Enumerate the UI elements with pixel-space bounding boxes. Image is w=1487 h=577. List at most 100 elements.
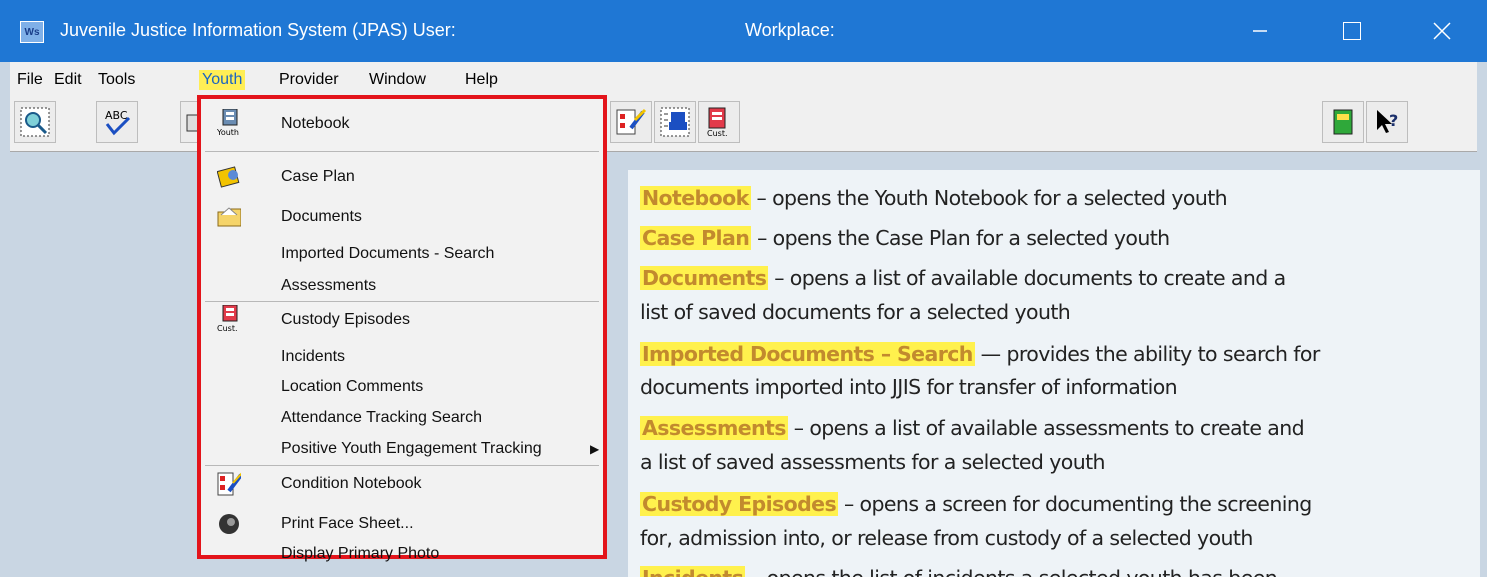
help-pointer-icon: ?: [1377, 110, 1398, 133]
menu-item-label: Attendance Tracking Search: [281, 409, 483, 426]
menu-bar: File Edit Tools Youth Provider Window He…: [10, 62, 1477, 98]
menu-item-notebook[interactable]: Youth Notebook: [201, 109, 603, 139]
description-panel: Notebook – opens the Youth Notebook for …: [628, 170, 1480, 577]
context-help-button[interactable]: ?: [1366, 101, 1408, 143]
custody-notebook-icon: Cust.: [217, 305, 241, 333]
checklist-icon: [660, 107, 690, 137]
menu-item-label: Imported Documents - Search: [281, 245, 495, 262]
menu-item-condition-notebook[interactable]: Condition Notebook: [201, 469, 603, 499]
menu-item-imported-documents-search[interactable]: Imported Documents - Search: [201, 239, 603, 269]
custody-icon-text: Cust.: [217, 324, 238, 333]
menu-separator: [205, 151, 599, 152]
title-bar: Ws Juvenile Justice Information System (…: [0, 0, 1487, 62]
menu-item-case-plan[interactable]: Case Plan: [201, 162, 603, 192]
folder-icon: [217, 205, 241, 229]
desc-custody-episodes: Custody Episodes – opens a screen for do…: [640, 492, 1312, 516]
desc-documents-cont: list of saved documents for a selected y…: [640, 300, 1071, 324]
face-photo-icon: [217, 512, 241, 536]
menu-item-label: Notebook: [281, 115, 350, 132]
menu-tools[interactable]: Tools: [95, 70, 138, 90]
desc-assessments: Assessments – opens a list of available …: [640, 416, 1305, 440]
custody-icon-text: Cust.: [707, 129, 728, 138]
desc-imported-documents-cont: documents imported into JJIS for transfe…: [640, 375, 1178, 399]
desc-term: Documents: [640, 266, 769, 290]
desc-term: Custody Episodes: [640, 492, 839, 516]
desc-text: – opens the list of incidents a selected…: [745, 566, 1278, 577]
desc-assessments-cont: a list of saved assessments for a select…: [640, 450, 1106, 474]
desc-notebook: Notebook – opens the Youth Notebook for …: [640, 186, 1228, 210]
menu-provider[interactable]: Provider: [276, 70, 342, 90]
desc-text: for, admission into, or release from cus…: [640, 526, 1253, 550]
menu-item-label: Print Face Sheet...: [281, 515, 414, 532]
desc-text: documents imported into JJIS for transfe…: [640, 375, 1178, 399]
menu-item-print-face-sheet[interactable]: Print Face Sheet...: [201, 509, 603, 539]
menu-item-positive-youth-engagement-tracking[interactable]: Positive Youth Engagement Tracking ▶: [201, 434, 603, 464]
desc-text: – opens the Youth Notebook for a selecte…: [750, 186, 1228, 210]
close-icon: [1433, 22, 1451, 40]
desc-text: – opens a screen for documenting the scr…: [838, 492, 1312, 516]
desc-text: list of saved documents for a selected y…: [640, 300, 1071, 324]
menu-item-label: Condition Notebook: [281, 475, 422, 492]
menu-youth[interactable]: Youth: [199, 70, 246, 90]
menu-item-label: Incidents: [281, 348, 346, 365]
desc-term: Notebook: [640, 186, 751, 210]
custody-notebook-icon: Cust.: [707, 107, 728, 138]
maximize-button[interactable]: [1332, 12, 1372, 50]
spell-check-text: ABC: [105, 109, 128, 122]
custody-toolbar-button[interactable]: Cust.: [698, 101, 740, 143]
menu-item-custody-episodes[interactable]: Cust. Custody Episodes: [201, 305, 603, 335]
menu-help[interactable]: Help: [462, 70, 501, 90]
desc-case-plan: Case Plan – opens the Case Plan for a se…: [640, 226, 1170, 250]
notebook-green-button[interactable]: [1322, 101, 1364, 143]
search-button[interactable]: [14, 101, 56, 143]
desc-term: Incidents: [640, 566, 746, 577]
workplace-label: Workplace:: [745, 20, 835, 40]
youth-icon-text: Youth: [217, 128, 239, 137]
desc-term: Imported Documents – Search: [640, 342, 975, 366]
minimize-icon: [1253, 30, 1267, 32]
desc-text: – opens a list of available assessments …: [787, 416, 1305, 440]
menu-file[interactable]: File: [14, 70, 46, 90]
desc-text: – opens the Case Plan for a selected you…: [751, 226, 1170, 250]
close-button[interactable]: [1422, 12, 1462, 50]
search-icon: [20, 107, 50, 137]
submenu-arrow-icon: ▶: [590, 442, 600, 456]
notebook-green-icon: [1333, 109, 1353, 135]
menu-window[interactable]: Window: [366, 70, 429, 90]
condition-notebook-icon: [616, 108, 647, 135]
desc-text: — provides the ability to search for: [974, 342, 1321, 366]
condition-notebook-icon: [217, 472, 241, 496]
menu-item-documents[interactable]: Documents: [201, 202, 603, 232]
menu-item-label: Documents: [281, 208, 362, 225]
menu-item-label: Positive Youth Engagement Tracking: [281, 440, 542, 457]
menu-item-incidents[interactable]: Incidents: [201, 342, 603, 372]
menu-item-label: Display Primary Photo: [281, 545, 440, 562]
youth-notebook-icon: Youth: [217, 109, 241, 137]
menu-item-label: Case Plan: [281, 168, 355, 185]
desc-term: Assessments: [640, 416, 788, 440]
condition-notebook-toolbar-button[interactable]: [610, 101, 652, 143]
menu-item-assessments[interactable]: Assessments: [201, 271, 603, 301]
checklist-button[interactable]: [654, 101, 696, 143]
app-icon[interactable]: Ws: [20, 21, 44, 43]
menu-separator: [205, 465, 599, 466]
menu-item-label: Custody Episodes: [281, 311, 410, 328]
menu-edit[interactable]: Edit: [51, 70, 85, 90]
desc-text: a list of saved assessments for a select…: [640, 450, 1106, 474]
menu-item-display-primary-photo[interactable]: Display Primary Photo: [201, 539, 603, 569]
desc-incidents: Incidents – opens the list of incidents …: [640, 566, 1278, 577]
menu-separator: [205, 301, 599, 302]
window-title: Juvenile Justice Information System (JPA…: [60, 20, 456, 40]
menu-item-attendance-tracking-search[interactable]: Attendance Tracking Search: [201, 403, 603, 433]
youth-menu-dropdown: Youth Notebook Case Plan Documents Impor…: [197, 95, 607, 562]
menu-item-label: Assessments: [281, 277, 377, 294]
minimize-button[interactable]: [1240, 12, 1280, 50]
spell-check-icon: ABC: [105, 109, 131, 136]
help-icon-text: ?: [1389, 111, 1398, 130]
desc-custody-episodes-cont: for, admission into, or release from cus…: [640, 526, 1253, 550]
menu-item-location-comments[interactable]: Location Comments: [201, 372, 603, 402]
menu-item-label: Location Comments: [281, 378, 424, 395]
desc-imported-documents: Imported Documents – Search — provides t…: [640, 342, 1320, 366]
spell-check-button[interactable]: ABC: [96, 101, 138, 143]
desc-term: Case Plan: [640, 226, 752, 250]
